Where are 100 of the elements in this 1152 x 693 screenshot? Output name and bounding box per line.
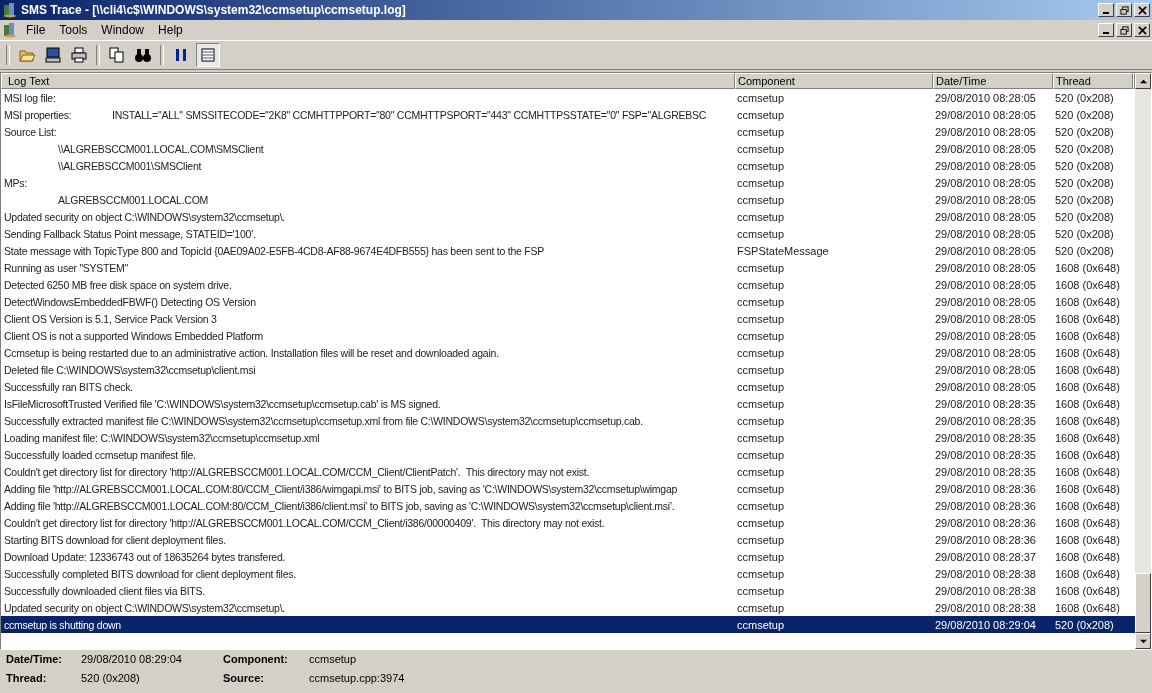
log-text: Detected 6250 MB free disk space on system drive. [3,278,233,291]
component-cell-text: ccmsetup [736,465,786,478]
component-cell-text: ccmsetup [736,91,786,104]
component-cell-text: ccmsetup [736,159,786,172]
log-row[interactable]: Ccmsetup is being restarted due to an administrative action. Installation files will be reset and downloaded again. ccmsetup 29/08/2010 08:28:05 1608 (0x648) [1,344,1135,361]
log-row[interactable]: Successfully extracted manifest file C:\WINDOWS\system32\ccmsetup\ccmsetup.xml from file C:\WINDOWS\system32\ccmsetup\ccmsetup.cab. ccmsetup 29/08/2010 08:28:35 1608 (0x648) [1,412,1135,429]
log-row[interactable]: MPs: ccmsetup 29/08/2010 08:28:05 520 (0x208) [1,174,1135,191]
log-row[interactable]: Couldn't get directory list for directory 'http://ALGREBSCCM001.LOCAL.COM/CCM_Client/ClientPatch'. This directory may not exist. ccmsetup 29/08/2010 08:28:35 1608 (0x648) [1,463,1135,480]
close-button[interactable] [1134,3,1150,17]
thread-cell-text: 1608 (0x648) [1054,278,1121,291]
scroll-down-icon[interactable] [1139,637,1147,645]
log-row[interactable]: Client OS is not a supported Windows Embedded Platform ccmsetup 29/08/2010 08:28:05 1608 (0x648) [1,327,1135,344]
vertical-scrollbar[interactable] [1135,73,1151,649]
log-text: Ccmsetup is being restarted due to an administrative action. Installation files will be reset and downloaded again. [3,346,500,359]
log-row[interactable]: MSI properties: INSTALL="ALL" SMSSITECODE="2K8" CCMHTTPPORT="80" CCMHTTPSPORT="443" CCMHTTPSSTATE="0" FSP="ALGREBSC ccmsetup 29/08/2010 08:28:05 520 (0x208) [1,106,1135,123]
datetime-cell-text: 29/08/2010 08:28:38 [934,584,1037,597]
log-row[interactable]: Successfully completed BITS download for client deployment files. ccmsetup 29/08/2010 08:28:38 1608 (0x648) [1,565,1135,582]
log-row[interactable]: Running as user "SYSTEM" ccmsetup 29/08/2010 08:28:05 1608 (0x648) [1,259,1135,276]
minimize-button[interactable] [1098,23,1114,37]
thread-cell-text: 1608 (0x648) [1054,329,1121,342]
thread-cell-text: 520 (0x208) [1054,125,1115,138]
column-header[interactable]: Thread [1053,73,1133,89]
scroll-up-icon[interactable] [1139,77,1147,85]
restore-button[interactable] [1116,3,1132,17]
thread-cell-text: 520 (0x208) [1054,193,1115,206]
log-text: Couldn't get directory list for directory 'http://ALGREBSCCM001.LOCAL.COM/CCM_Client/i386/00000409'. This directory may not exist. [3,516,606,529]
print-icon[interactable] [68,44,90,66]
close-button[interactable] [1134,23,1150,37]
log-row[interactable]: \\ALGREBSCCM001\SMSClient ccmsetup 29/08/2010 08:28:05 520 (0x208) [1,157,1135,174]
log-row[interactable]: MSI log file: ccmsetup 29/08/2010 08:28:05 520 (0x208) [1,89,1135,106]
component-cell-text: ccmsetup [736,414,786,427]
menu-item[interactable]: Window [95,21,151,39]
component-cell-text: ccmsetup [736,601,786,614]
datetime-cell-text: 29/08/2010 08:28:35 [934,465,1037,478]
component-cell-text: ccmsetup [736,261,786,274]
log-row[interactable]: Source List: ccmsetup 29/08/2010 08:28:05 520 (0x208) [1,123,1135,140]
minimize-button[interactable] [1098,3,1114,17]
column-header[interactable]: Component [735,73,933,89]
restore-icon [1119,25,1129,35]
list-view-icon[interactable] [196,43,220,67]
log-row[interactable]: ccmsetup is shutting down ccmsetup 29/08/2010 08:29:04 520 (0x208) [1,616,1135,633]
datetime-cell-text: 29/08/2010 08:28:05 [934,346,1037,359]
thread-cell-text: 520 (0x208) [1054,91,1115,104]
log-row[interactable]: Adding file 'http://ALGREBSCCM001.LOCAL.COM:80/CCM_Client/i386/wimgapi.msi' to BITS job, saving as 'C:\WINDOWS\system32\ccmsetup\wimgap ccmsetup 29/08/2010 08:28:36 1608 (0x648) [1,480,1135,497]
menu-item[interactable]: Tools [53,21,94,39]
log-row[interactable]: Adding file 'http://ALGREBSCCM001.LOCAL.COM:80/CCM_Client/i386/client.msi' to BITS job, saving as 'C:\WINDOWS\system32\ccmsetup\client.msi'. ccmsetup 29/08/2010 08:28:36 1608 (0x648) [1,497,1135,514]
datetime-cell-text: 29/08/2010 08:28:05 [934,380,1037,393]
scroll-thumb[interactable] [1135,573,1151,633]
datetime-cell-text: 29/08/2010 08:28:35 [934,431,1037,444]
thread-cell-text: 1608 (0x648) [1054,397,1121,410]
log-row[interactable]: Successfully loaded ccmsetup manifest file. ccmsetup 29/08/2010 08:28:35 1608 (0x648) [1,446,1135,463]
log-text: ccmsetup is shutting down [3,618,122,631]
log-row[interactable]: Updated security on object C:\WINDOWS\system32\ccmsetup\. ccmsetup 29/08/2010 08:28:05 520 (0x208) [1,208,1135,225]
log-row[interactable]: State message with TopicType 800 and TopicId {0AE09A02-E5FB-4CD8-AF88-9674E4DFB555} has been sent to the FSP FSPStateMessage 29/08/2010 08:28:05 520 (0x208) [1,242,1135,259]
log-row[interactable]: Client OS Version is 5.1, Service Pack Version 3 ccmsetup 29/08/2010 08:28:05 1608 (0x648) [1,310,1135,327]
log-row[interactable]: \\ALGREBSCCM001.LOCAL.COM\SMSClient ccmsetup 29/08/2010 08:28:05 520 (0x208) [1,140,1135,157]
minimize-icon [1103,32,1109,34]
restore-button[interactable] [1116,23,1132,37]
datetime-cell-text: 29/08/2010 08:28:05 [934,261,1037,274]
datetime-cell-text: 29/08/2010 08:28:36 [934,482,1037,495]
log-row[interactable]: Download Update: 12336743 out of 18635264 bytes transfered. ccmsetup 29/08/2010 08:28:37 1608 (0x648) [1,548,1135,565]
thread-cell-text: 520 (0x208) [1054,108,1115,121]
log-row[interactable]: IsFileMicrosoftTrusted Verified file 'C:\WINDOWS\system32\ccmsetup\ccmsetup.cab' is MS signed. ccmsetup 29/08/2010 08:28:35 1608 (0x648) [1,395,1135,412]
log-text: Successfully extracted manifest file C:\WINDOWS\system32\ccmsetup\ccmsetup.xml from file C:\WINDOWS\system32\ccmsetup\ccmsetup.cab. [3,414,644,427]
datetime-cell-text: 29/08/2010 08:28:05 [934,227,1037,240]
component-cell-text: ccmsetup [736,278,786,291]
log-text: MPs: [3,176,28,189]
component-cell-text: ccmsetup [736,125,786,138]
datetime-cell-text: 29/08/2010 08:28:35 [934,414,1037,427]
component-cell-text: ccmsetup [736,210,786,223]
window-title: SMS Trace - [\\cli4\c$\WINDOWS\system32\ccmsetup\ccmsetup.log] [21,3,406,17]
log-text: Deleted file C:\WINDOWS\system32\ccmsetup\client.msi [3,363,257,376]
log-row[interactable]: DetectWindowsEmbeddedFBWF() Detecting OS Version ccmsetup 29/08/2010 08:28:05 1608 (0x648) [1,293,1135,310]
log-row[interactable]: ALGREBSCCM001.LOCAL.COM ccmsetup 29/08/2010 08:28:05 520 (0x208) [1,191,1135,208]
menu-item[interactable]: Help [152,21,189,39]
thread-cell-text: 520 (0x208) [1054,227,1115,240]
log-row[interactable]: Sending Fallback Status Point message, STATEID='100'. ccmsetup 29/08/2010 08:28:05 520 (0x208) [1,225,1135,242]
menu-item[interactable]: File [20,21,52,39]
datetime-cell-text: 29/08/2010 08:28:05 [934,295,1037,308]
detail-value: 520 (0x208) [81,671,141,686]
log-row[interactable]: Loading manifest file: C:\WINDOWS\system32\ccmsetup\ccmsetup.xml ccmsetup 29/08/2010 08:28:35 1608 (0x648) [1,429,1135,446]
thread-cell-text: 520 (0x208) [1054,142,1115,155]
datetime-cell-text: 29/08/2010 08:28:36 [934,499,1037,512]
log-row[interactable]: Starting BITS download for client deployment files. ccmsetup 29/08/2010 08:28:36 1608 (0x648) [1,531,1135,548]
log-text: Client OS Version is 5.1, Service Pack Version 3 [3,312,218,325]
log-text: Download Update: 12336743 out of 18635264 bytes transfered. [3,550,287,563]
log-row[interactable]: Couldn't get directory list for directory 'http://ALGREBSCCM001.LOCAL.COM/CCM_Client/i386/00000409'. This directory may not exist. ccmsetup 29/08/2010 08:28:36 1608 (0x648) [1,514,1135,531]
column-header[interactable]: Date/Time [933,73,1053,89]
log-row[interactable]: Updated security on object C:\WINDOWS\system32\ccmsetup\. ccmsetup 29/08/2010 08:28:38 1608 (0x648) [1,599,1135,616]
log-row[interactable]: Successfully ran BITS check. ccmsetup 29/08/2010 08:28:05 1608 (0x648) [1,378,1135,395]
component-cell-text: ccmsetup [736,550,786,563]
log-row[interactable]: Successfully downloaded client files via BITS. ccmsetup 29/08/2010 08:28:38 1608 (0x648) [1,582,1135,599]
log-row[interactable]: Detected 6250 MB free disk space on system drive. ccmsetup 29/08/2010 08:28:05 1608 (0x648) [1,276,1135,293]
column-header[interactable]: Log Text [1,73,735,89]
datetime-cell-text: 29/08/2010 08:28:38 [934,567,1037,580]
log-text: Source List: [3,125,58,138]
datetime-cell-text: 29/08/2010 08:29:04 [934,618,1037,631]
detail-label: Date/Time: [6,652,64,667]
computer-icon[interactable] [42,44,64,66]
log-row[interactable]: Deleted file C:\WINDOWS\system32\ccmsetup\client.msi ccmsetup 29/08/2010 08:28:05 1608 (0x648) [1,361,1135,378]
